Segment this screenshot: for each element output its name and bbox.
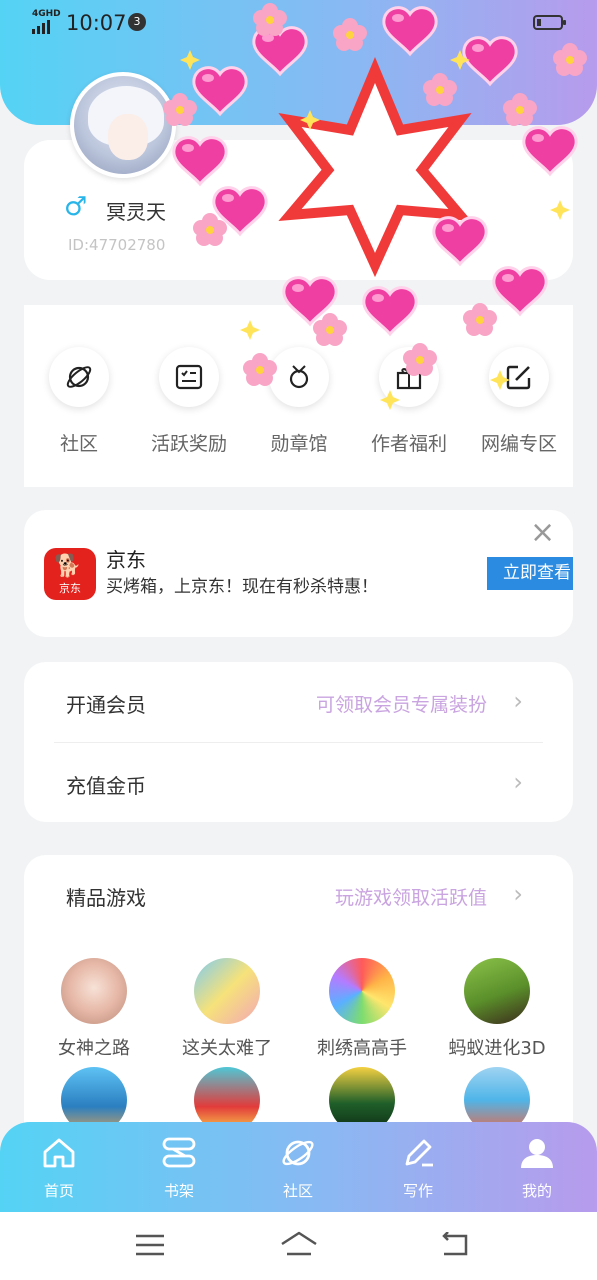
game-name: 刺绣高高手	[317, 1038, 407, 1059]
gift-icon	[379, 347, 439, 407]
menu-item-label: 社区	[59, 433, 98, 455]
tab-write[interactable]: 写作	[373, 1136, 463, 1201]
vip-card: 开通会员 可领取会员专属装扮 › 充值金币 ›	[24, 662, 573, 822]
open-member-title: 开通会员	[66, 693, 146, 717]
chevron-right-icon: ›	[513, 768, 523, 796]
chevron-right-icon: ›	[513, 880, 523, 908]
games-title: 精品游戏	[66, 886, 146, 910]
checklist-icon	[159, 347, 219, 407]
tab-label: 书架	[163, 1182, 194, 1200]
recharge-title: 充值金币	[66, 774, 146, 798]
chevron-right-icon: ›	[513, 687, 523, 715]
recharge-row[interactable]: 充值金币 ›	[24, 743, 573, 823]
planet-icon	[49, 347, 109, 407]
home-nav-icon[interactable]	[279, 1230, 319, 1260]
avatar[interactable]	[70, 72, 176, 178]
back-icon[interactable]	[438, 1232, 472, 1258]
points-value[interactable]: 520	[368, 174, 410, 199]
menu-item-label: 作者福利	[370, 433, 447, 455]
open-member-subtitle: 可领取会员专属装扮	[315, 694, 487, 716]
notification-count: 3	[128, 13, 146, 31]
menu-item-label: 活跃奖励	[150, 433, 227, 455]
clock: 10:07	[66, 11, 127, 35]
bookshelf-icon	[162, 1137, 196, 1168]
medal-icon	[269, 347, 329, 407]
open-member-row[interactable]: 开通会员 可领取会员专属装扮 ›	[24, 662, 573, 742]
games-subtitle: 玩游戏领取活跃值	[334, 887, 487, 909]
pen-icon	[405, 1139, 433, 1167]
tab-label: 我的	[521, 1182, 552, 1200]
game-item[interactable]: 女神之路	[24, 958, 164, 1060]
ad-brand: 京东	[106, 548, 146, 572]
status-bar: 4GHD 10:07 3	[0, 0, 597, 44]
username: 冥灵天	[106, 200, 166, 224]
tab-label: 写作	[402, 1182, 433, 1200]
game-item[interactable]: 这关太难了	[157, 958, 297, 1060]
close-icon[interactable]: ×	[530, 518, 555, 548]
menu-item-active-rewards[interactable]: 活跃奖励	[134, 347, 244, 456]
battery-icon	[533, 15, 566, 30]
tab-home[interactable]: 首页	[14, 1136, 104, 1201]
menu-item-author-benefits[interactable]: 作者福利	[354, 347, 464, 456]
menu-item-community[interactable]: 社区	[24, 347, 134, 456]
menu-item-editor-zone[interactable]: 网编专区	[464, 347, 574, 456]
ad-banner[interactable]: 🐕 京东 京东 买烤箱，上京东！现在有秒杀特惠！ × 立即查看	[24, 510, 573, 637]
game-name: 蚂蚁进化3D	[448, 1038, 546, 1059]
jd-logo-icon: 🐕 京东	[44, 548, 96, 600]
planet-icon	[282, 1140, 314, 1166]
home-icon	[43, 1138, 75, 1168]
game-thumbnail	[329, 958, 395, 1024]
game-thumbnail	[61, 958, 127, 1024]
tab-label: 首页	[43, 1182, 74, 1200]
tab-label: 社区	[282, 1182, 313, 1200]
game-item[interactable]: 刺绣高高手	[292, 958, 432, 1060]
ad-logo-text: 京东	[59, 582, 81, 595]
game-name: 女神之路	[58, 1038, 130, 1059]
user-icon	[521, 1139, 553, 1168]
user-id: ID:47702780	[68, 236, 166, 254]
games-header-row[interactable]: 精品游戏 玩游戏领取活跃值 ›	[24, 855, 573, 935]
tab-community[interactable]: 社区	[253, 1136, 343, 1201]
menu-item-label: 网编专区	[480, 433, 557, 455]
game-thumbnail	[464, 958, 530, 1024]
tab-me[interactable]: 我的	[492, 1136, 582, 1201]
bottom-tab-bar: 首页 书架 社区 写作 我的	[0, 1122, 597, 1212]
points-label: 我的积分	[350, 152, 415, 171]
menu-icon[interactable]	[134, 1232, 166, 1258]
edit-icon	[489, 347, 549, 407]
ad-view-now-button[interactable]: 立即查看	[487, 557, 573, 590]
menu-item-label: 勋章馆	[270, 433, 328, 455]
tab-bookshelf[interactable]: 书架	[134, 1136, 224, 1201]
games-card: 精品游戏 玩游戏领取活跃值 › 女神之路 这关太难了 刺绣高高手 蚂蚁进化3D	[24, 855, 573, 1155]
game-thumbnail	[194, 958, 260, 1024]
game-name: 这关太难了	[182, 1038, 272, 1059]
male-symbol-icon: ♂	[64, 192, 88, 222]
ad-description: 买烤箱，上京东！现在有秒杀特惠！	[106, 577, 378, 597]
menu-item-medals[interactable]: 勋章馆	[244, 347, 354, 456]
feature-menu: 社区 活跃奖励 勋章馆 作者福利 网编专区	[24, 305, 573, 487]
game-item[interactable]: 蚂蚁进化3D	[427, 958, 567, 1060]
network-type: 4GHD	[32, 9, 61, 19]
signal-icon	[32, 20, 50, 34]
system-nav-bar	[0, 1212, 597, 1280]
